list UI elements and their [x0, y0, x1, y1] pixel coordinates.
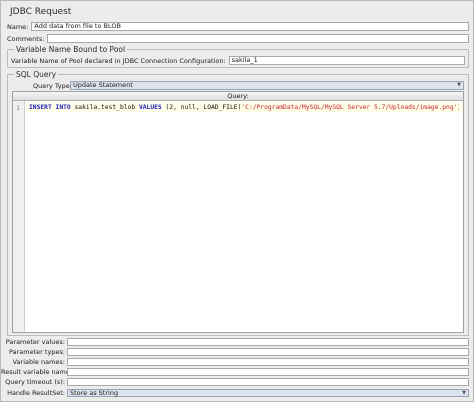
query-editor[interactable]: Query: 1 INSERT INTO sakila.test_blob VA…	[12, 91, 464, 333]
query-editor-header: Query:	[13, 92, 463, 101]
code-text: (2, null, LOAD_FILE(	[161, 104, 242, 111]
name-label: Name:	[7, 22, 29, 31]
pool-label: Variable Name of Pool declared in JDBC C…	[11, 56, 226, 65]
handle-resultset-row: Handle ResultSet: Store as String ▼	[1, 388, 469, 397]
query-code-line[interactable]: INSERT INTO sakila.test_blob VALUES (2, …	[29, 104, 459, 111]
code-text: sakila.test_blob	[70, 104, 139, 111]
pool-row: Variable Name of Pool declared in JDBC C…	[11, 56, 465, 65]
sql-query-group: SQL Query Query Type: Update Statement ▼…	[7, 70, 469, 336]
pool-group: Variable Name Bound to Pool Variable Nam…	[7, 45, 469, 68]
result-variable-name-label: Result variable name:	[1, 367, 73, 376]
query-timeout-row: Query timeout (s):	[1, 377, 469, 386]
comments-input[interactable]	[47, 34, 469, 43]
sql-query-legend: SQL Query	[14, 70, 59, 79]
handle-resultset-label: Handle ResultSet:	[7, 388, 65, 397]
handle-resultset-value: Store as String	[70, 388, 119, 397]
jdbc-request-panel: JDBC Request Name: Add data from file to…	[0, 0, 474, 402]
variable-names-row: Variable names:	[1, 357, 469, 366]
handle-resultset-select[interactable]: Store as String ▼	[67, 388, 469, 397]
pool-name-input[interactable]: sakila_1	[228, 56, 465, 65]
parameter-types-label: Parameter types:	[9, 347, 65, 356]
code-keyword: VALUES	[138, 104, 162, 111]
code-string: 'C:/ProgramData/MySQL/MySQL Server 5.7/U…	[241, 104, 458, 111]
line-number: 1	[16, 104, 20, 112]
name-row: Name: Add data from file to BLOB	[7, 22, 469, 31]
parameter-types-input[interactable]	[67, 347, 469, 356]
parameter-values-label: Parameter values:	[5, 337, 65, 346]
parameter-values-row: Parameter values:	[1, 337, 469, 346]
chevron-down-icon: ▼	[462, 389, 466, 396]
result-variable-name-input[interactable]	[67, 367, 469, 376]
code-keyword: INSERT INTO	[29, 104, 71, 111]
variable-names-input[interactable]	[67, 357, 469, 366]
query-timeout-label: Query timeout (s):	[5, 377, 65, 386]
comments-row: Comments:	[7, 34, 469, 43]
result-variable-name-row: Result variable name:	[1, 367, 469, 376]
query-timeout-input[interactable]	[67, 377, 469, 386]
query-type-value: Update Statement	[73, 81, 133, 89]
name-input[interactable]: Add data from file to BLOB	[31, 22, 469, 31]
code-text: ));	[457, 104, 459, 111]
editor-gutter: 1	[13, 101, 25, 332]
pool-group-legend: Variable Name Bound to Pool	[14, 45, 128, 54]
query-type-select[interactable]: Update Statement ▼	[70, 81, 464, 90]
parameter-values-input[interactable]	[67, 337, 469, 346]
variable-names-label: Variable names:	[12, 357, 65, 366]
parameter-types-row: Parameter types:	[1, 347, 469, 356]
chevron-down-icon: ▼	[457, 82, 461, 88]
comments-label: Comments:	[7, 34, 45, 43]
query-type-label: Query Type:	[33, 82, 72, 90]
panel-title: JDBC Request	[10, 7, 72, 17]
